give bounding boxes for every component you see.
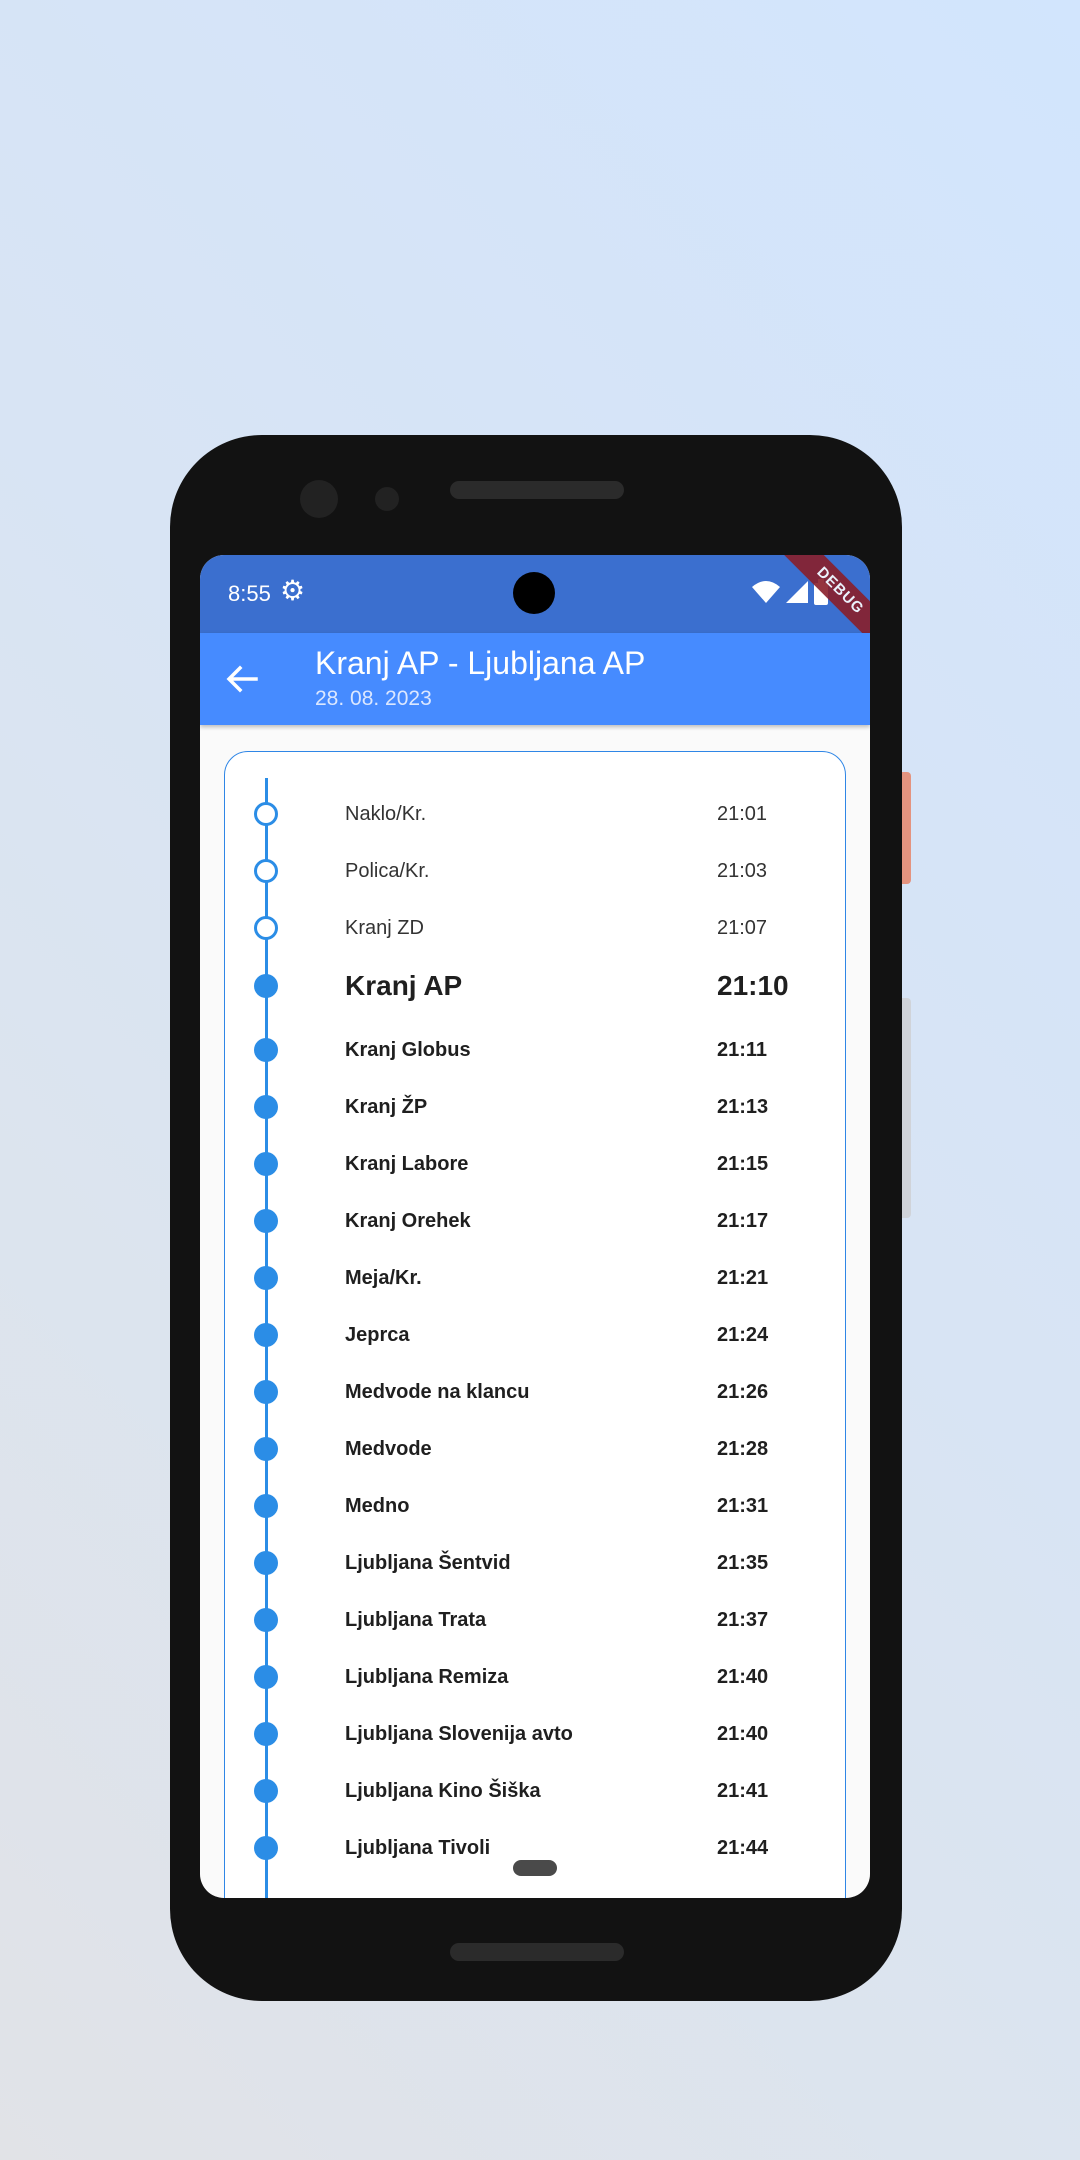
volume-button[interactable] [902,998,911,1218]
front-camera [300,480,338,518]
stop-name: Ljubljana Kino Šiška [345,1780,541,1802]
punch-hole-camera [513,572,555,614]
stop-name: Ljubljana Remiza [345,1666,509,1688]
stop-time: 21:31 [717,1495,769,1517]
scroll-handle[interactable] [513,1860,557,1876]
upcoming-stop-dot-icon [254,1038,278,1062]
stop-name: Ljubljana Slovenija avto [345,1723,573,1745]
stop-name: Medno [345,1495,410,1517]
stop-time: 21:44 [717,1837,769,1859]
signal-icon [786,581,808,603]
upcoming-stop-dot-icon [254,1836,278,1860]
stop-row[interactable]: Jeprca 21:24 [225,1307,845,1363]
earpiece-speaker [450,481,624,499]
back-arrow-icon[interactable] [222,659,262,699]
stop-name: Ljubljana Šentvid [345,1552,511,1574]
stop-row[interactable]: Ljubljana Trata 21:37 [225,1592,845,1648]
stop-time: 21:11 [717,1039,768,1061]
stop-row[interactable]: Kranj AP 21:10 [225,958,845,1014]
stop-row[interactable]: Kranj ZD 21:07 [225,900,845,956]
stops-card: Naklo/Kr. 21:01 Polica/Kr. 21:03 Kranj ZD 21:… [224,751,846,1898]
stop-name: Meja/Kr. [345,1267,422,1289]
stop-time: 21:17 [717,1210,769,1232]
stop-name: Ljubljana Tivoli [345,1837,491,1859]
stop-row[interactable]: Naklo/Kr. 21:01 [225,786,845,842]
stop-row[interactable]: Medvode na klancu 21:26 [225,1364,845,1420]
stop-row[interactable]: Medno 21:31 [225,1478,845,1534]
stop-row[interactable]: Ljubljana Šentvid 21:35 [225,1535,845,1591]
stop-row[interactable]: Kranj ŽP 21:13 [225,1079,845,1135]
app-bar: Kranj AP - Ljubljana AP 28. 08. 2023 [200,633,870,725]
passed-stop-dot-icon [254,916,278,940]
status-bar: 8:55 ⚙ DEBUG [200,555,870,672]
power-button[interactable] [902,772,911,884]
bottom-speaker [450,1943,624,1961]
stop-name: Polica/Kr. [345,860,430,882]
upcoming-stop-dot-icon [254,1266,278,1290]
route-date: 28. 08. 2023 [315,687,432,710]
stop-time: 21:21 [717,1267,769,1289]
upcoming-stop-dot-icon [254,1551,278,1575]
stop-row[interactable]: Meja/Kr. 21:21 [225,1250,845,1306]
stop-name: Kranj Globus [345,1039,471,1061]
stop-time: 21:40 [717,1723,769,1745]
stop-row[interactable]: Medvode 21:28 [225,1421,845,1477]
stop-time: 21:35 [717,1552,769,1574]
upcoming-stop-dot-icon [254,1722,278,1746]
stop-row[interactable]: Kranj Globus 21:11 [225,1022,845,1078]
upcoming-stop-dot-icon [254,1608,278,1632]
upcoming-stop-dot-icon [254,1323,278,1347]
stop-row[interactable]: Kranj Labore 21:15 [225,1136,845,1192]
upcoming-stop-dot-icon [254,1494,278,1518]
stop-name: Kranj Labore [345,1153,469,1175]
passed-stop-dot-icon [254,859,278,883]
stop-name: Kranj ŽP [345,1096,428,1118]
stop-name: Jeprca [345,1324,410,1346]
device-screen: 8:55 ⚙ DEBUG Kranj AP - Ljubljana AP 28.… [200,555,870,1898]
settings-gear-icon: ⚙ [280,575,306,606]
stop-time: 21:41 [717,1780,769,1802]
stop-time: 21:28 [717,1438,769,1460]
stop-time: 21:40 [717,1666,769,1688]
stop-name: Medvode [345,1438,432,1460]
stop-row[interactable]: Kranj Orehek 21:17 [225,1193,845,1249]
passed-stop-dot-icon [254,802,278,826]
stop-time: 21:37 [717,1609,769,1631]
stop-row[interactable]: Ljubljana Remiza 21:40 [225,1649,845,1705]
status-time: 8:55 [228,581,271,606]
route-title: Kranj AP - Ljubljana AP [315,645,646,681]
upcoming-stop-dot-icon [254,1779,278,1803]
upcoming-stop-dot-icon [254,1437,278,1461]
stop-name: Naklo/Kr. [345,803,427,825]
upcoming-stop-dot-icon [254,1209,278,1233]
stop-time: 21:01 [717,803,768,825]
upcoming-stop-dot-icon [254,1095,278,1119]
stop-time: 21:26 [717,1381,769,1403]
stop-row[interactable]: Ljubljana Kino Šiška 21:41 [225,1763,845,1819]
upcoming-stop-dot-icon [254,1380,278,1404]
stop-name: Kranj ZD [345,917,424,939]
stop-row[interactable]: Polica/Kr. 21:03 [225,843,845,899]
stop-name: Kranj Orehek [345,1210,471,1232]
stop-time: 21:07 [717,917,768,939]
upcoming-stop-dot-icon [254,974,278,998]
sensor [375,487,399,511]
stop-time: 21:10 [717,970,789,1001]
stop-time: 21:03 [717,860,768,882]
stop-row[interactable]: Ljubljana Slovenija avto 21:40 [225,1706,845,1762]
stop-name: Medvode na klancu [345,1381,530,1403]
stop-time: 21:15 [717,1153,769,1175]
upcoming-stop-dot-icon [254,1152,278,1176]
stop-time: 21:24 [717,1324,769,1346]
stop-time: 21:13 [717,1096,769,1118]
upcoming-stop-dot-icon [254,1665,278,1689]
stop-name: Kranj AP [345,970,463,1001]
wifi-icon [752,581,780,603]
stop-name: Ljubljana Trata [345,1609,487,1631]
